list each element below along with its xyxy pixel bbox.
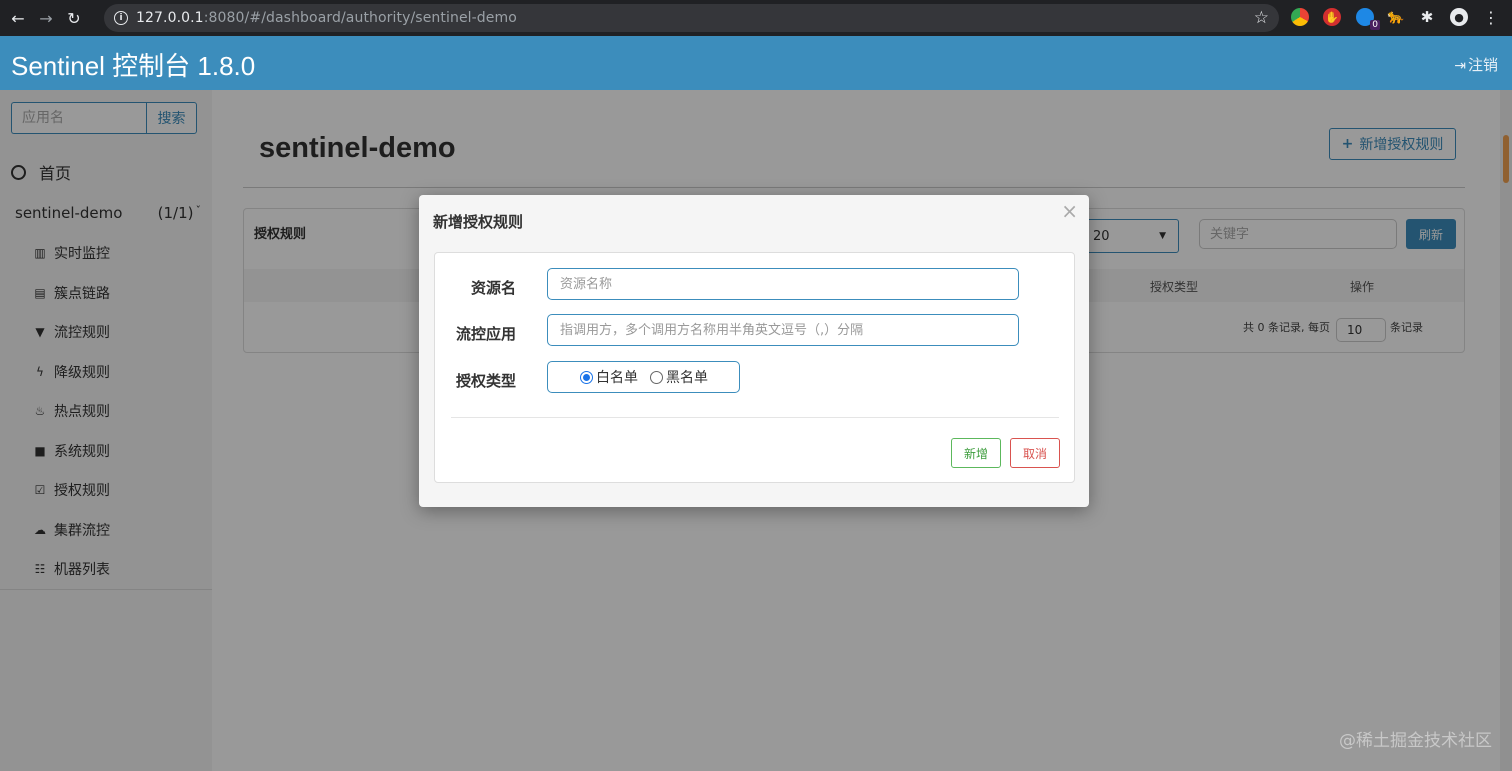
back-icon[interactable]: ← <box>8 8 28 28</box>
dialog-form: 资源名 流控应用 授权类型 白名单 黑名单 新增 取消 <box>434 252 1075 483</box>
limit-app-label: 流控应用 <box>456 325 517 343</box>
bookmark-star-icon[interactable]: ☆ <box>1254 8 1269 28</box>
blacklist-label: 黑名单 <box>666 370 708 386</box>
strategy-label: 授权类型 <box>456 372 517 390</box>
more-menu-icon[interactable]: ⋮ <box>1482 8 1500 27</box>
logout-label: 注销 <box>1467 56 1498 74</box>
watermark: @稀土掘金技术社区 <box>1339 731 1492 751</box>
profile-avatar-icon[interactable]: ● <box>1450 8 1468 26</box>
info-icon[interactable]: i <box>114 11 128 25</box>
blacklist-radio[interactable]: 黑名单 <box>650 367 708 387</box>
chrome-extension-icon[interactable] <box>1291 8 1309 26</box>
radio-unchecked-icon <box>650 370 663 384</box>
dialog-title: 新增授权规则 <box>433 213 524 231</box>
dog-extension-icon[interactable]: 🐆 <box>1387 8 1405 26</box>
whitelist-label: 白名单 <box>596 370 638 386</box>
adblock-extension-icon[interactable]: ✋ <box>1323 8 1341 26</box>
browser-toolbar: ← → ↻ i 127.0.0.1:8080/#/dashboard/autho… <box>0 0 1512 36</box>
logout-icon: ⇥ <box>1454 58 1466 74</box>
resource-name-input[interactable] <box>547 268 1019 300</box>
app-header: Sentinel 控制台 1.8.0 ⇥ 注销 <box>0 36 1512 90</box>
reload-icon[interactable]: ↻ <box>64 8 84 28</box>
extension-badge-icon[interactable]: 0 <box>1356 8 1380 30</box>
brand-title: Sentinel 控制台 1.8.0 <box>11 51 256 81</box>
extension-badge-count: 0 <box>1370 20 1380 30</box>
dialog-divider <box>451 417 1059 418</box>
cancel-button[interactable]: 取消 <box>1010 438 1060 468</box>
whitelist-radio[interactable]: 白名单 <box>580 367 638 387</box>
close-icon[interactable]: × <box>1061 199 1078 223</box>
add-authority-rule-dialog: 新增授权规则 × 资源名 流控应用 授权类型 白名单 黑名单 新增 取消 <box>419 195 1089 507</box>
limit-app-input[interactable] <box>547 314 1019 346</box>
confirm-add-button[interactable]: 新增 <box>951 438 1001 468</box>
resource-name-label: 资源名 <box>471 279 517 297</box>
strategy-radio-group: 白名单 黑名单 <box>547 361 740 393</box>
forward-icon[interactable]: → <box>36 8 56 28</box>
logout-link[interactable]: ⇥ 注销 <box>1454 54 1498 75</box>
radio-checked-icon <box>580 370 593 384</box>
address-bar[interactable]: i 127.0.0.1:8080/#/dashboard/authority/s… <box>104 4 1279 32</box>
puzzle-extensions-icon[interactable]: ✱ <box>1418 8 1436 26</box>
url-text: 127.0.0.1:8080/#/dashboard/authority/sen… <box>136 10 517 26</box>
